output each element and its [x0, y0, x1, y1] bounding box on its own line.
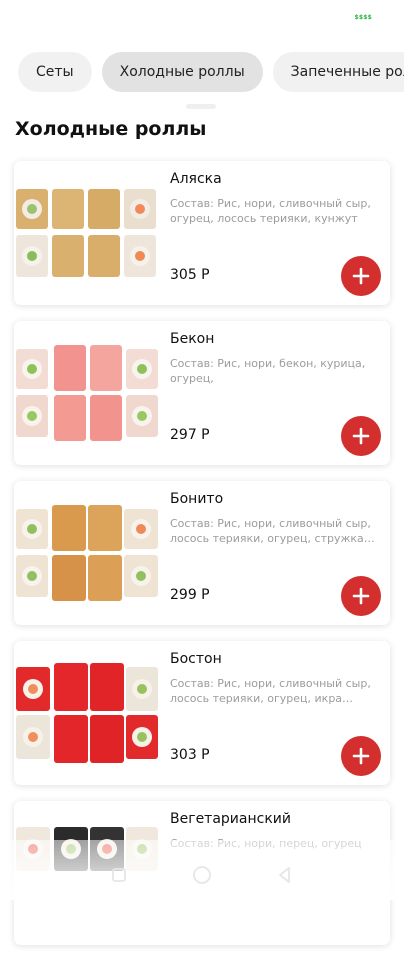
- nav-triangle-icon[interactable]: [274, 864, 296, 886]
- category-tabs: Сеты Холодные роллы Запеченные роллы: [18, 52, 404, 92]
- section-title: Холодные роллы: [15, 118, 207, 140]
- product-description: Состав: Рис, нори, сливочный сыр, лосось…: [170, 677, 371, 705]
- product-card[interactable]: Бонито Состав: Рис, нори, сливочный сыр,…: [14, 481, 390, 625]
- tab-baked-rolls[interactable]: Запеченные роллы: [272, 52, 404, 92]
- product-name: Бостон: [170, 651, 222, 667]
- tab-cold-rolls[interactable]: Холодные роллы: [101, 52, 263, 92]
- system-navigation-bar: [0, 860, 404, 890]
- product-card[interactable]: Бостон Состав: Рис, нори, сливочный сыр,…: [14, 641, 390, 785]
- nav-circle-icon[interactable]: [191, 864, 213, 886]
- product-name: Аляска: [170, 171, 222, 187]
- sushi-roll-bacon-icon: [14, 343, 160, 443]
- product-description: Состав: Рис, нори, бекон, курица, огурец…: [170, 357, 366, 385]
- sushi-roll-tobiko-icon: [14, 663, 160, 763]
- product-description: Состав: Рис, нори, сливочный сыр, лосось…: [170, 517, 371, 545]
- status-bar: $$$$: [0, 0, 404, 40]
- status-badge: $$$$: [354, 14, 372, 21]
- add-to-cart-button[interactable]: [341, 256, 381, 296]
- product-price: 305 Р: [170, 267, 210, 283]
- product-name: Бекон: [170, 331, 215, 347]
- nav-square-icon[interactable]: [108, 864, 130, 886]
- plus-icon: [352, 267, 370, 285]
- product-name: Бонито: [170, 491, 224, 507]
- scroll-grip: [186, 104, 216, 109]
- add-to-cart-button[interactable]: [341, 576, 381, 616]
- tab-sets[interactable]: Сеты: [18, 52, 92, 92]
- plus-icon: [352, 427, 370, 445]
- product-price: 303 Р: [170, 747, 210, 763]
- product-price: 297 Р: [170, 427, 210, 443]
- add-to-cart-button[interactable]: [341, 416, 381, 456]
- plus-icon: [352, 587, 370, 605]
- plus-icon: [352, 747, 370, 765]
- product-description: Состав: Рис, нори, сливочный сыр, огурец…: [170, 197, 371, 225]
- product-name: Вегетарианский: [170, 811, 291, 827]
- add-to-cart-button[interactable]: [341, 736, 381, 776]
- sushi-roll-bonito-icon: [14, 503, 160, 603]
- product-card[interactable]: Бекон Состав: Рис, нори, бекон, курица, …: [14, 321, 390, 465]
- product-price: 299 Р: [170, 587, 210, 603]
- product-card[interactable]: Аляска Состав: Рис, нори, сливочный сыр,…: [14, 161, 390, 305]
- sushi-roll-sesame-icon: [14, 183, 160, 283]
